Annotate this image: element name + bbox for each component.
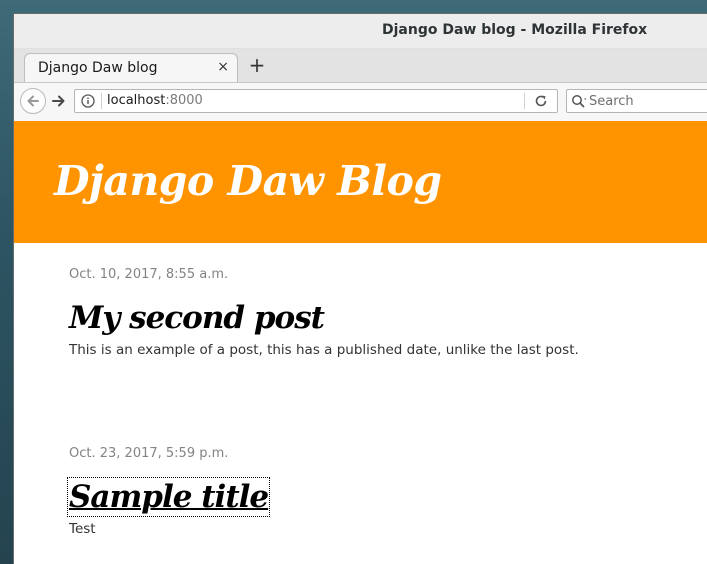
- new-tab-button[interactable]: +: [247, 55, 267, 75]
- post-title-link[interactable]: Sample title: [66, 477, 271, 517]
- url-text[interactable]: localhost:8000: [107, 93, 203, 108]
- url-host: localhost: [107, 93, 166, 108]
- url-bar[interactable]: localhost:8000: [74, 89, 558, 113]
- url-port: :8000: [165, 93, 203, 108]
- tab-django-daw-blog[interactable]: Django Daw blog ×: [24, 53, 238, 82]
- post: Oct. 10, 2017, 8:55 a.m. My second post …: [69, 267, 579, 358]
- page-header: Django Daw Blog: [14, 121, 707, 243]
- forward-arrow-icon: [52, 95, 65, 107]
- page-content: Django Daw Blog Oct. 10, 2017, 8:55 a.m.…: [14, 121, 707, 564]
- post-text: Test: [69, 521, 96, 537]
- search-icon: [572, 95, 587, 108]
- close-tab-icon[interactable]: ×: [217, 59, 229, 75]
- info-icon[interactable]: [81, 94, 95, 108]
- post: Oct. 23, 2017, 5:59 p.m. Sample title Te…: [66, 446, 271, 537]
- search-bar[interactable]: [566, 89, 707, 113]
- browser-window: Django Daw blog - Mozilla Firefox Django…: [14, 14, 707, 564]
- reload-separator: [524, 93, 525, 109]
- tab-label: Django Daw blog: [38, 60, 158, 76]
- search-input[interactable]: [589, 92, 707, 110]
- window-title: Django Daw blog - Mozilla Firefox: [382, 22, 648, 38]
- tab-strip: Django Daw blog × +: [14, 49, 707, 83]
- back-arrow-icon: [27, 95, 39, 107]
- navigation-bar: localhost:8000: [14, 83, 707, 122]
- title-bar[interactable]: Django Daw blog - Mozilla Firefox: [14, 14, 707, 49]
- back-button[interactable]: [20, 88, 46, 114]
- post-date: Oct. 10, 2017, 8:55 a.m.: [69, 267, 229, 282]
- site-title-link[interactable]: Django Daw Blog: [54, 157, 442, 205]
- post-title-link[interactable]: My second post: [69, 300, 325, 336]
- post-date: Oct. 23, 2017, 5:59 p.m.: [69, 446, 229, 461]
- post-text: This is an example of a post, this has a…: [69, 342, 579, 358]
- reload-icon[interactable]: [534, 94, 548, 108]
- url-separator: [101, 93, 102, 109]
- forward-button[interactable]: [48, 92, 70, 110]
